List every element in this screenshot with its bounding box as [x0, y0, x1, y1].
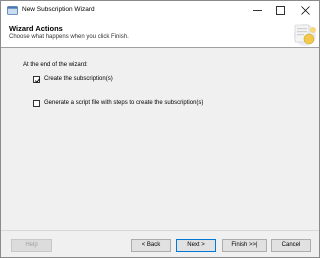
window-title: New Subscription Wizard [22, 6, 95, 13]
create-subscription-label[interactable]: Create the subscription(s) [44, 76, 113, 82]
generate-script-label[interactable]: Generate a script file with steps to cre… [44, 100, 203, 106]
minimize-button[interactable] [246, 1, 269, 20]
generate-script-checkbox[interactable] [33, 100, 40, 107]
back-button[interactable]: < Back [131, 239, 171, 252]
app-icon [7, 6, 18, 15]
title-bar[interactable]: New Subscription Wizard [1, 1, 319, 20]
footer-divider [1, 230, 319, 231]
close-icon [301, 6, 310, 15]
next-button[interactable]: Next > [176, 239, 216, 252]
wizard-window: New Subscription Wizard Wizard Actions C… [0, 0, 320, 258]
checkmark-icon [34, 78, 41, 83]
create-subscription-checkbox[interactable] [33, 76, 41, 83]
wizard-banner-icon [283, 21, 319, 46]
maximize-button[interactable] [269, 1, 292, 20]
page-title: Wizard Actions [9, 24, 63, 33]
help-button[interactable]: Help [11, 239, 52, 252]
cancel-button[interactable]: Cancel [271, 239, 311, 252]
finish-button[interactable]: Finish >>| [222, 239, 267, 252]
close-button[interactable] [294, 1, 317, 20]
options-group-label: At the end of the wizard: [23, 62, 88, 68]
wizard-header: Wizard Actions Choose what happens when … [1, 20, 319, 48]
maximize-icon [276, 6, 285, 15]
minimize-icon [253, 10, 262, 11]
page-subtitle: Choose what happens when you click Finis… [9, 34, 129, 40]
